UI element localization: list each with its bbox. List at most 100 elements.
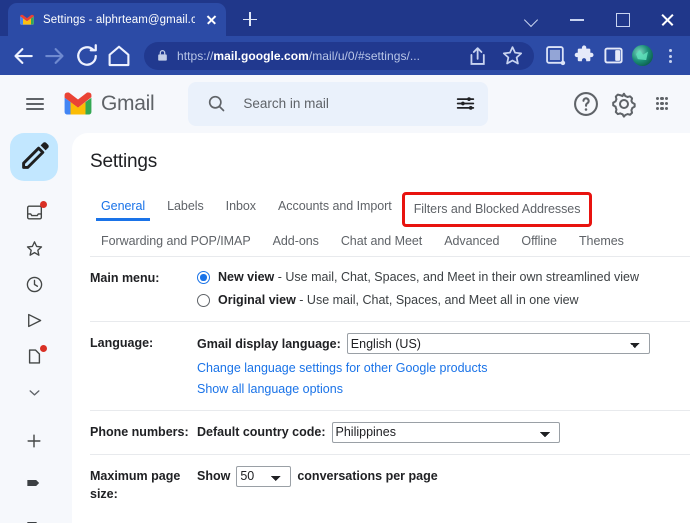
browser-tab-strip: Settings - alphrteam@gmail.com	[0, 0, 690, 38]
window-close-button[interactable]	[645, 0, 690, 38]
rail-item-sent[interactable]	[11, 303, 57, 339]
side-panel-icon[interactable]	[600, 42, 627, 69]
gmail-app: Gmail Search in mail Settings General La…	[0, 74, 690, 523]
show-all-language-options-link[interactable]: Show all language options	[197, 379, 690, 399]
page-size-select[interactable]: 50	[236, 465, 292, 487]
gmail-favicon	[19, 12, 35, 28]
chrome-menu-icon[interactable]	[658, 42, 682, 69]
browser-toolbar: https://mail.google.com/mail/u/0/#settin…	[0, 36, 690, 75]
setting-label: Phone numbers:	[90, 424, 189, 439]
address-bar[interactable]: https://mail.google.com/mail/u/0/#settin…	[144, 41, 534, 70]
country-code-field-label: Default country code:	[197, 425, 326, 440]
tab-offline[interactable]: Offline	[510, 230, 568, 256]
gmail-body: Settings General Labels Inbox Accounts a…	[0, 132, 690, 523]
settings-panel-wrapper: Settings General Labels Inbox Accounts a…	[68, 132, 690, 523]
search-options-icon[interactable]	[455, 93, 476, 114]
rail-item-snoozed[interactable]	[11, 267, 57, 303]
search-icon	[206, 93, 227, 114]
gmail-header: Gmail Search in mail	[0, 75, 690, 133]
radio-new-view[interactable]	[197, 270, 210, 284]
hamburger-menu-icon[interactable]	[16, 85, 54, 123]
gmail-logo-icon	[62, 91, 94, 116]
tab-inbox[interactable]: Inbox	[215, 195, 267, 221]
radio-description: - Use mail, Chat, Spaces, and Meet in th…	[274, 269, 640, 284]
gmail-brand-text: Gmail	[101, 91, 155, 115]
tab-search-button[interactable]	[510, 0, 555, 38]
setting-label: Maximum page size:	[90, 468, 181, 502]
setting-row-phone-numbers: Phone numbers: Default country code: Phi…	[90, 409, 690, 454]
tab-general[interactable]: General	[90, 195, 156, 221]
change-language-settings-link[interactable]: Change language settings for other Googl…	[197, 358, 690, 378]
rail-item-starred[interactable]	[11, 231, 57, 267]
gear-icon[interactable]	[608, 88, 640, 120]
tab-forwarding-and-pop-imap[interactable]: Forwarding and POP/IMAP	[90, 230, 262, 256]
radio-description: - Use mail, Chat, Spaces, and Meet all i…	[295, 293, 579, 308]
rail-item-new-label[interactable]	[11, 423, 57, 459]
url-text: https://mail.google.com/mail/u/0/#settin…	[177, 48, 421, 63]
setting-label: Language:	[90, 336, 154, 351]
setting-row-main-menu: Main menu: New view - Use mail, Chat, Sp…	[90, 255, 690, 322]
home-button[interactable]	[104, 41, 134, 71]
search-input[interactable]: Search in mail	[188, 81, 489, 126]
language-links: Change language settings for other Googl…	[197, 358, 690, 399]
radio-label: New view	[218, 269, 275, 284]
tab-add-ons[interactable]: Add-ons	[262, 230, 330, 256]
browser-tab[interactable]: Settings - alphrteam@gmail.com	[8, 3, 226, 37]
minimize-button[interactable]	[555, 0, 600, 38]
maximize-button[interactable]	[600, 0, 645, 38]
radio-original-view[interactable]	[197, 294, 210, 308]
page-size-prefix: Show	[197, 469, 231, 484]
settings-tabs-row-2: Forwarding and POP/IMAP Add-ons Chat and…	[90, 230, 690, 256]
language-field-label: Gmail display language:	[197, 336, 341, 351]
help-circle-icon[interactable]	[570, 88, 602, 120]
reload-button[interactable]	[72, 41, 102, 71]
compose-button[interactable]	[10, 132, 58, 181]
lock-icon	[157, 49, 168, 62]
search-placeholder: Search in mail	[243, 96, 329, 112]
share-icon[interactable]	[463, 42, 490, 69]
rail-item-inbox[interactable]	[11, 195, 57, 231]
tab-themes[interactable]: Themes	[568, 230, 635, 256]
forward-button[interactable]	[40, 41, 70, 71]
tab-advanced[interactable]: Advanced	[433, 230, 510, 256]
new-tab-button[interactable]	[236, 5, 264, 33]
profile-avatar[interactable]	[632, 45, 653, 67]
tab-filters-and-blocked-addresses[interactable]: Filters and Blocked Addresses	[401, 191, 593, 227]
page-size-suffix: conversations per page	[297, 469, 438, 484]
gmail-left-rail	[0, 132, 68, 523]
setting-row-maximum-page-size: Maximum page size: Show 50 conversations…	[90, 453, 690, 514]
setting-row-language: Language: Gmail display language: Englis…	[90, 321, 690, 410]
unread-badge-dot	[40, 344, 47, 352]
settings-tabs-row-1: General Labels Inbox Accounts and Import…	[90, 191, 690, 227]
setting-label: Main menu:	[90, 270, 160, 285]
rail-item-more[interactable]	[11, 375, 57, 411]
extensions-puzzle-icon[interactable]	[571, 42, 598, 69]
unread-badge-dot	[40, 200, 47, 208]
settings-card: Settings General Labels Inbox Accounts a…	[72, 132, 690, 523]
setting-control: Default country code: Philippines	[197, 421, 690, 443]
setting-control: New view - Use mail, Chat, Spaces, and M…	[197, 268, 690, 311]
setting-control: Gmail display language: English (US) Cha…	[197, 333, 690, 399]
tab-labels[interactable]: Labels	[156, 195, 215, 221]
tab-chat-and-meet[interactable]: Chat and Meet	[330, 230, 433, 256]
rail-item-label-1[interactable]	[11, 465, 57, 501]
tab-accounts-and-import[interactable]: Accounts and Import	[267, 195, 403, 221]
rail-item-label-2[interactable]	[11, 507, 57, 523]
radio-label: Original view	[218, 293, 296, 308]
radio-option-new-view[interactable]: New view - Use mail, Chat, Spaces, and M…	[197, 268, 690, 287]
gmail-header-actions	[570, 88, 680, 120]
browser-tab-title: Settings - alphrteam@gmail.com	[43, 13, 195, 26]
screenshot-capture-icon[interactable]	[542, 42, 569, 69]
display-language-select[interactable]: English (US)	[346, 333, 650, 355]
close-icon[interactable]	[203, 11, 220, 28]
browser-window: Settings - alphrteam@gmail.com	[0, 0, 690, 523]
back-button[interactable]	[8, 41, 38, 71]
setting-control: Show 50 conversations per page	[197, 465, 690, 487]
apps-grid-icon[interactable]	[646, 88, 678, 120]
gmail-logo[interactable]: Gmail	[62, 91, 155, 116]
default-country-code-select[interactable]: Philippines	[331, 421, 560, 443]
window-controls	[510, 0, 690, 38]
rail-item-drafts[interactable]	[11, 339, 57, 375]
star-icon[interactable]	[499, 42, 526, 69]
radio-option-original-view[interactable]: Original view - Use mail, Chat, Spaces, …	[197, 291, 690, 310]
